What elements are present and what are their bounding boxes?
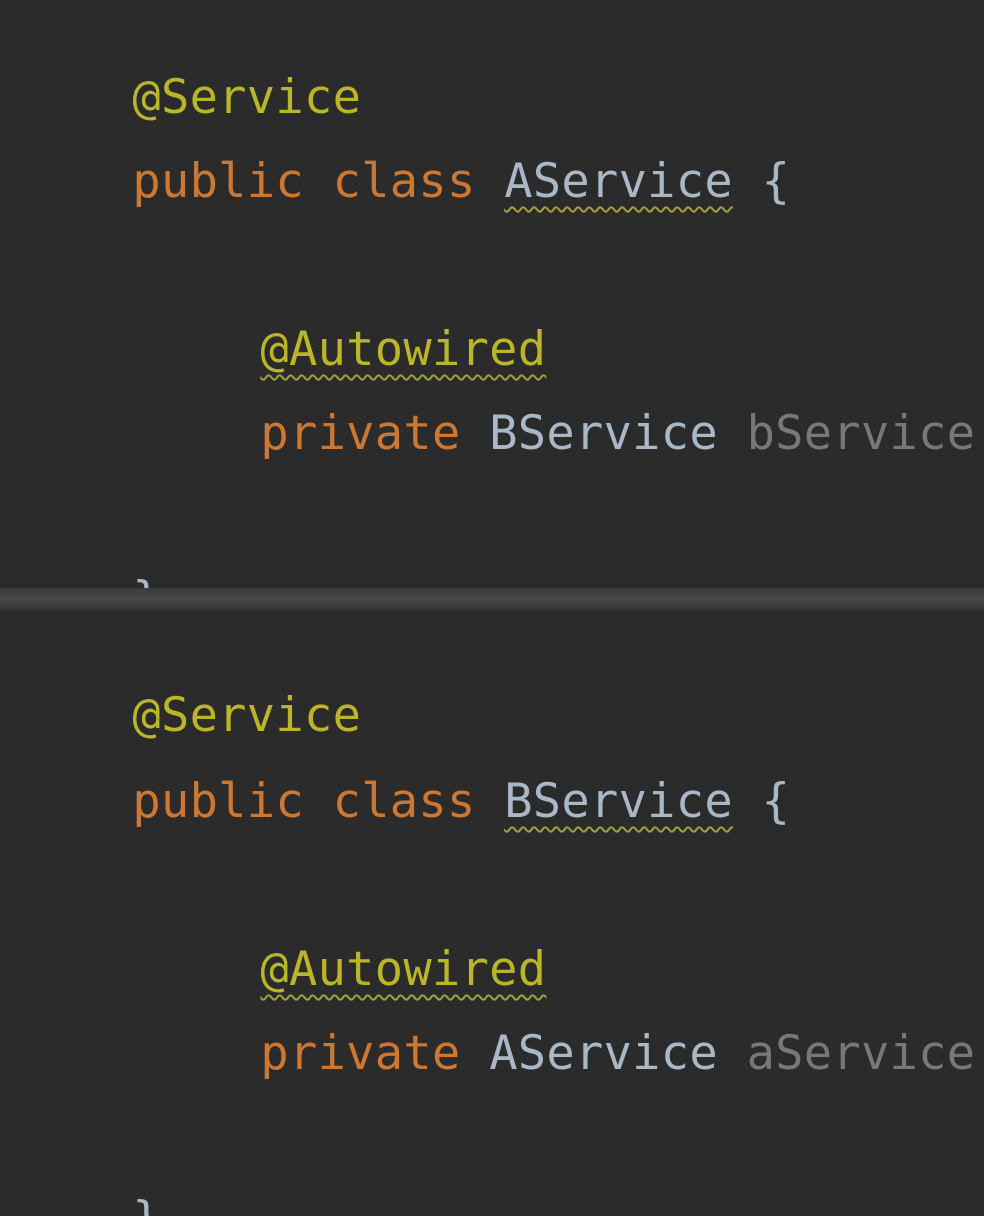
- open-brace: {: [761, 774, 791, 829]
- code-line-class-declaration[interactable]: public class BService {: [18, 712, 790, 829]
- class-name: BService: [504, 774, 733, 829]
- code-line-field-annotation[interactable]: @Autowired: [146, 260, 546, 377]
- semicolon: ;: [975, 406, 984, 461]
- keyword-private: private: [260, 1026, 461, 1081]
- field-type: BService: [489, 406, 718, 461]
- close-brace: }: [132, 572, 161, 588]
- keyword-class: class: [332, 154, 476, 209]
- field-name: bService: [746, 406, 976, 461]
- code-editor-panel-bottom[interactable]: @Service public class BService { @Autowi…: [0, 612, 984, 1216]
- keyword-private: private: [260, 406, 461, 461]
- code-editor-panel-top[interactable]: @Service public class AService { @Autowi…: [0, 0, 984, 588]
- class-name: AService: [504, 154, 733, 209]
- code-line-field-declaration[interactable]: private BService bService;: [146, 344, 984, 461]
- code-line-close-brace[interactable]: }: [18, 1130, 161, 1216]
- keyword-public: public: [132, 154, 304, 209]
- close-brace: }: [132, 1192, 161, 1216]
- field-name: aService: [746, 1026, 976, 1081]
- code-line-field-declaration[interactable]: private AService aService;: [146, 964, 984, 1081]
- semicolon: ;: [975, 1026, 984, 1081]
- keyword-public: public: [132, 774, 304, 829]
- field-type: AService: [489, 1026, 718, 1081]
- keyword-class: class: [332, 774, 476, 829]
- panel-divider: [0, 588, 984, 612]
- code-line-field-annotation[interactable]: @Autowired: [146, 880, 546, 997]
- code-line-close-brace[interactable]: }: [18, 510, 161, 588]
- code-line-class-declaration[interactable]: public class AService {: [18, 92, 790, 209]
- open-brace: {: [761, 154, 791, 209]
- code-line-annotation[interactable]: @Service: [18, 626, 361, 743]
- code-line-annotation[interactable]: @Service: [18, 8, 361, 125]
